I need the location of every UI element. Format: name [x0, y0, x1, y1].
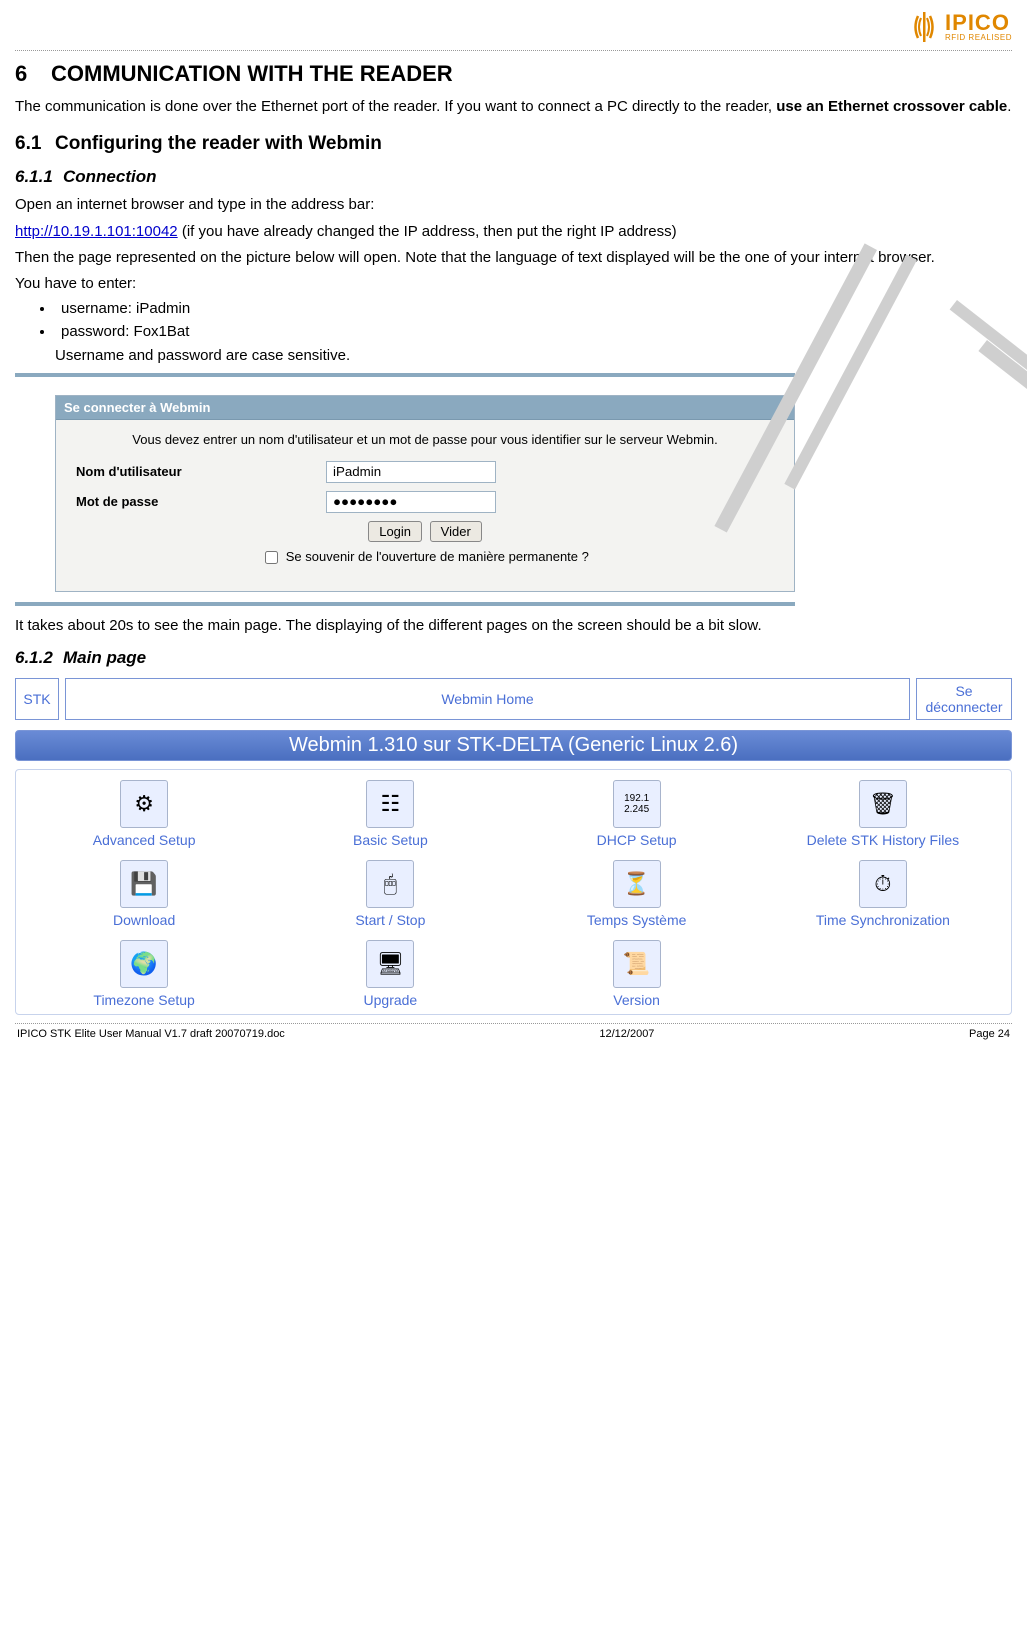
- paragraph-open-browser: Open an internet browser and type in the…: [15, 195, 1012, 215]
- webmin-module-item[interactable]: ☷ Basic Setup: [277, 780, 503, 848]
- heading-3b-title: Main page: [63, 648, 146, 667]
- webmin-module-item[interactable]: 💾 Download: [31, 860, 257, 928]
- webmin-url-link[interactable]: http://10.19.1.101:10042: [15, 223, 178, 240]
- heading-3a-number: 6.1.1: [15, 167, 63, 187]
- heading-1: 6COMMUNICATION WITH THE READER: [15, 61, 1012, 87]
- intro-text-prefix: The communication is done over the Ether…: [15, 98, 776, 115]
- module-icon: ☷: [366, 780, 414, 828]
- heading-1-number: 6: [15, 61, 51, 87]
- module-label: Delete STK History Files: [770, 832, 996, 848]
- module-label: Start / Stop: [277, 912, 503, 928]
- webmin-title-bar: Webmin 1.310 sur STK-DELTA (Generic Linu…: [15, 730, 1012, 761]
- module-label: Temps Système: [524, 912, 750, 928]
- paragraph-enter: You have to enter:: [15, 274, 1012, 294]
- username-input[interactable]: [326, 461, 496, 483]
- header: IPICO RFID REALISED: [15, 10, 1012, 48]
- heading-2-number: 6.1: [15, 133, 55, 155]
- remember-checkbox[interactable]: [265, 551, 278, 564]
- footer-page: Page 24: [969, 1028, 1010, 1040]
- webmin-toolbar: STK Webmin Home Se déconnecter: [15, 678, 1012, 720]
- screenshot-bottom-separator: [15, 602, 795, 606]
- webmin-module-panel: ⚙ Advanced Setup ☷ Basic Setup 192.1 2.245 DH…: [15, 769, 1012, 1015]
- webmin-module-item[interactable]: 192.1 2.245 DHCP Setup: [524, 780, 750, 848]
- module-label: Download: [31, 912, 257, 928]
- password-input[interactable]: [326, 491, 496, 513]
- credentials-note: Username and password are case sensitive…: [55, 346, 1012, 366]
- header-separator: [15, 50, 1012, 51]
- webmin-login-dialog: Se connecter à Webmin Vous devez entrer …: [55, 395, 795, 592]
- module-icon: 192.1 2.245: [613, 780, 661, 828]
- module-icon: 📜: [613, 940, 661, 988]
- module-icon: ⚙: [120, 780, 168, 828]
- logo: IPICO RFID REALISED: [909, 10, 1012, 44]
- intro-bold: use an Ethernet crossover cable: [776, 98, 1007, 115]
- module-label: Timezone Setup: [31, 992, 257, 1008]
- heading-3-connection: 6.1.1Connection: [15, 167, 1012, 187]
- intro-text-suffix: .: [1007, 98, 1011, 115]
- webmin-module-item[interactable]: 📜 Version: [524, 940, 750, 1008]
- module-icon: 💾: [120, 860, 168, 908]
- heading-3a-title: Connection: [63, 167, 157, 186]
- credentials-list: username: iPadmin password: Fox1Bat: [55, 300, 1012, 340]
- login-message: Vous devez entrer un nom d'utilisateur e…: [76, 432, 774, 447]
- webmin-stk-button[interactable]: STK: [15, 678, 59, 720]
- paragraph-intro: The communication is done over the Ether…: [15, 97, 1012, 117]
- login-dialog-title: Se connecter à Webmin: [56, 396, 794, 420]
- screenshot-top-separator: [15, 373, 795, 377]
- logo-text: IPICO: [945, 12, 1012, 34]
- module-icon: 🌍: [120, 940, 168, 988]
- module-label: DHCP Setup: [524, 832, 750, 848]
- logo-subtext: RFID REALISED: [945, 34, 1012, 42]
- heading-2-title: Configuring the reader with Webmin: [55, 133, 382, 154]
- remember-label: Se souvenir de l'ouverture de manière pe…: [286, 548, 589, 563]
- logo-emblem-icon: [909, 10, 939, 44]
- webmin-logout-button[interactable]: Se déconnecter: [916, 678, 1012, 720]
- module-icon: 🖥: [366, 940, 414, 988]
- username-label: Nom d'utilisateur: [76, 464, 326, 479]
- module-icon: ⏱: [859, 860, 907, 908]
- paragraph-url: http://10.19.1.101:10042 (if you have al…: [15, 222, 1012, 242]
- credential-username: username: iPadmin: [55, 300, 1012, 317]
- footer-separator: [15, 1023, 1012, 1024]
- module-icon: 🖱: [366, 860, 414, 908]
- webmin-module-item[interactable]: 🖱 Start / Stop: [277, 860, 503, 928]
- password-label: Mot de passe: [76, 494, 326, 509]
- login-button[interactable]: Login: [368, 521, 422, 542]
- webmin-module-item[interactable]: ⚙ Advanced Setup: [31, 780, 257, 848]
- webmin-module-item[interactable]: 🖥 Upgrade: [277, 940, 503, 1008]
- webmin-module-item[interactable]: 🌍 Timezone Setup: [31, 940, 257, 1008]
- footer-date: 12/12/2007: [599, 1028, 654, 1040]
- webmin-home-button[interactable]: Webmin Home: [65, 678, 910, 720]
- module-icon: ⏳: [613, 860, 661, 908]
- module-label: Upgrade: [277, 992, 503, 1008]
- webmin-module-item[interactable]: ⏱ Time Synchronization: [770, 860, 996, 928]
- heading-2: 6.1Configuring the reader with Webmin: [15, 133, 1012, 155]
- module-label: Basic Setup: [277, 832, 503, 848]
- module-icon: 🗑: [859, 780, 907, 828]
- module-label: Time Synchronization: [770, 912, 996, 928]
- footer-filename: IPICO STK Elite User Manual V1.7 draft 2…: [17, 1028, 285, 1040]
- webmin-module-item[interactable]: 🗑 Delete STK History Files: [770, 780, 996, 848]
- paragraph-then: Then the page represented on the picture…: [15, 248, 1012, 268]
- module-label: Advanced Setup: [31, 832, 257, 848]
- webmin-module-item[interactable]: ⏳ Temps Système: [524, 860, 750, 928]
- page-footer: IPICO STK Elite User Manual V1.7 draft 2…: [15, 1028, 1012, 1040]
- clear-button[interactable]: Vider: [430, 521, 482, 542]
- heading-3-mainpage: 6.1.2Main page: [15, 648, 1012, 668]
- heading-1-title: COMMUNICATION WITH THE READER: [51, 61, 453, 86]
- credential-password: password: Fox1Bat: [55, 323, 1012, 340]
- heading-3b-number: 6.1.2: [15, 648, 63, 668]
- url-suffix: (if you have already changed the IP addr…: [178, 223, 677, 240]
- paragraph-after-login: It takes about 20s to see the main page.…: [15, 616, 1012, 636]
- module-label: Version: [524, 992, 750, 1008]
